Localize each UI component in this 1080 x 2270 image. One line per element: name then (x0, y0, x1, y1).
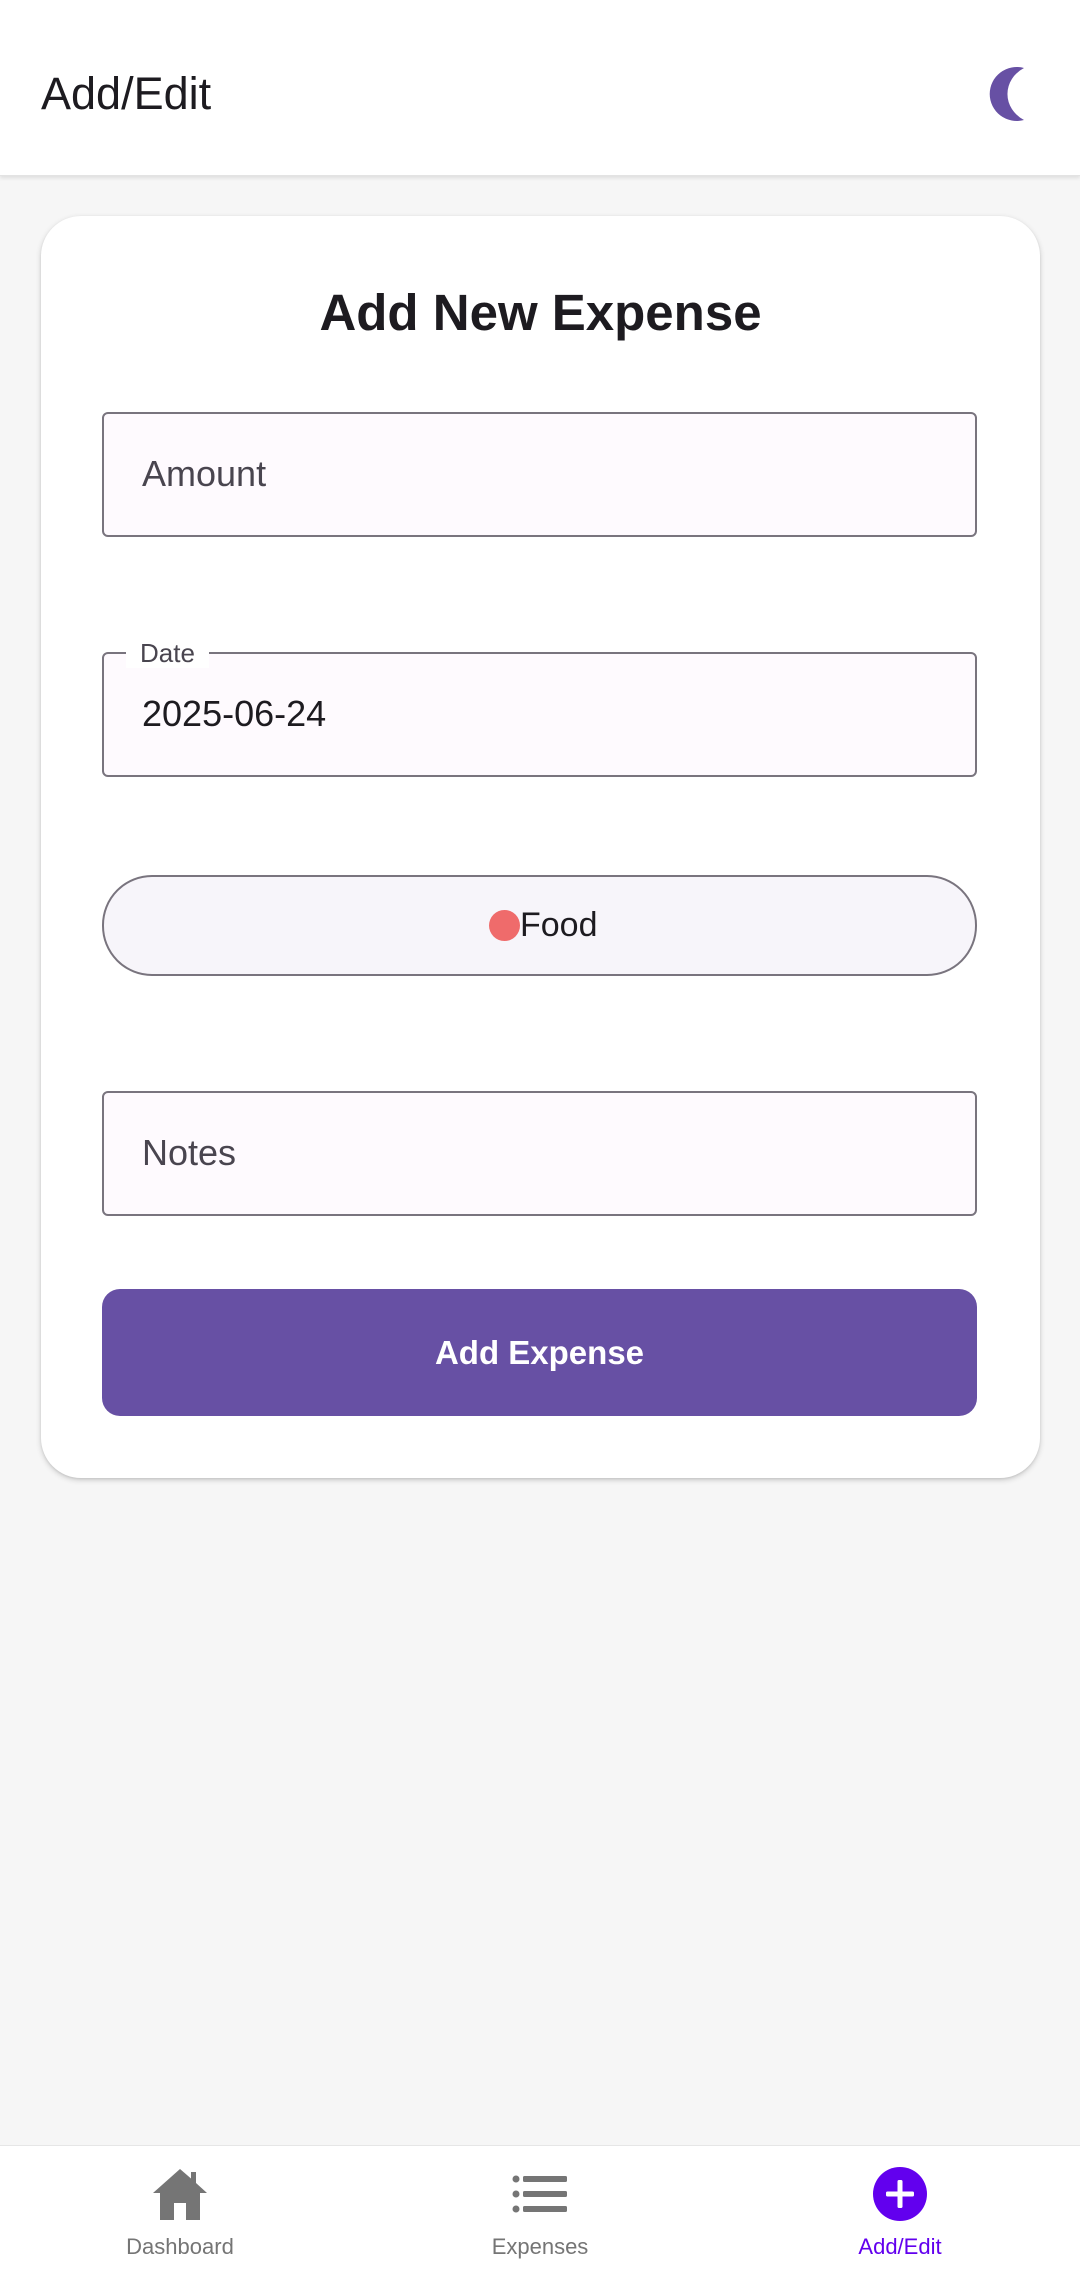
nav-label-expenses: Expenses (491, 2234, 589, 2259)
home-icon (153, 2169, 207, 2220)
amount-input[interactable] (142, 414, 942, 534)
app-bar: Add/Edit (0, 0, 1080, 176)
amount-field[interactable] (102, 412, 977, 537)
add-circle-icon (873, 2167, 927, 2221)
nav-label-dashboard: Dashboard (126, 2234, 234, 2259)
category-label: Food (520, 906, 598, 944)
category-selector[interactable]: Food (102, 875, 977, 976)
moon-icon (989, 67, 1024, 121)
nav-item-expenses[interactable]: Expenses (360, 2146, 720, 2270)
add-expense-button[interactable]: Add Expense (102, 1289, 977, 1416)
nav-label-add-edit: Add/Edit (858, 2234, 942, 2259)
page-title: Add/Edit (41, 68, 212, 119)
list-icon (512, 2175, 567, 2213)
nav-item-add-edit[interactable]: Add/Edit (720, 2146, 1080, 2270)
form-title: Add New Expense (319, 284, 762, 341)
bottom-navigation: Dashboard Expenses Add/Edit (0, 2145, 1080, 2270)
category-color-dot (489, 910, 520, 941)
date-input[interactable] (142, 654, 942, 774)
nav-item-dashboard[interactable]: Dashboard (0, 2146, 360, 2270)
notes-input[interactable] (142, 1093, 942, 1213)
expense-form-card: Add New Expense Date Food Add Expense (41, 216, 1040, 1478)
date-field[interactable]: Date (102, 638, 977, 777)
notes-field[interactable] (102, 1091, 977, 1216)
theme-toggle-button[interactable] (980, 62, 1040, 126)
